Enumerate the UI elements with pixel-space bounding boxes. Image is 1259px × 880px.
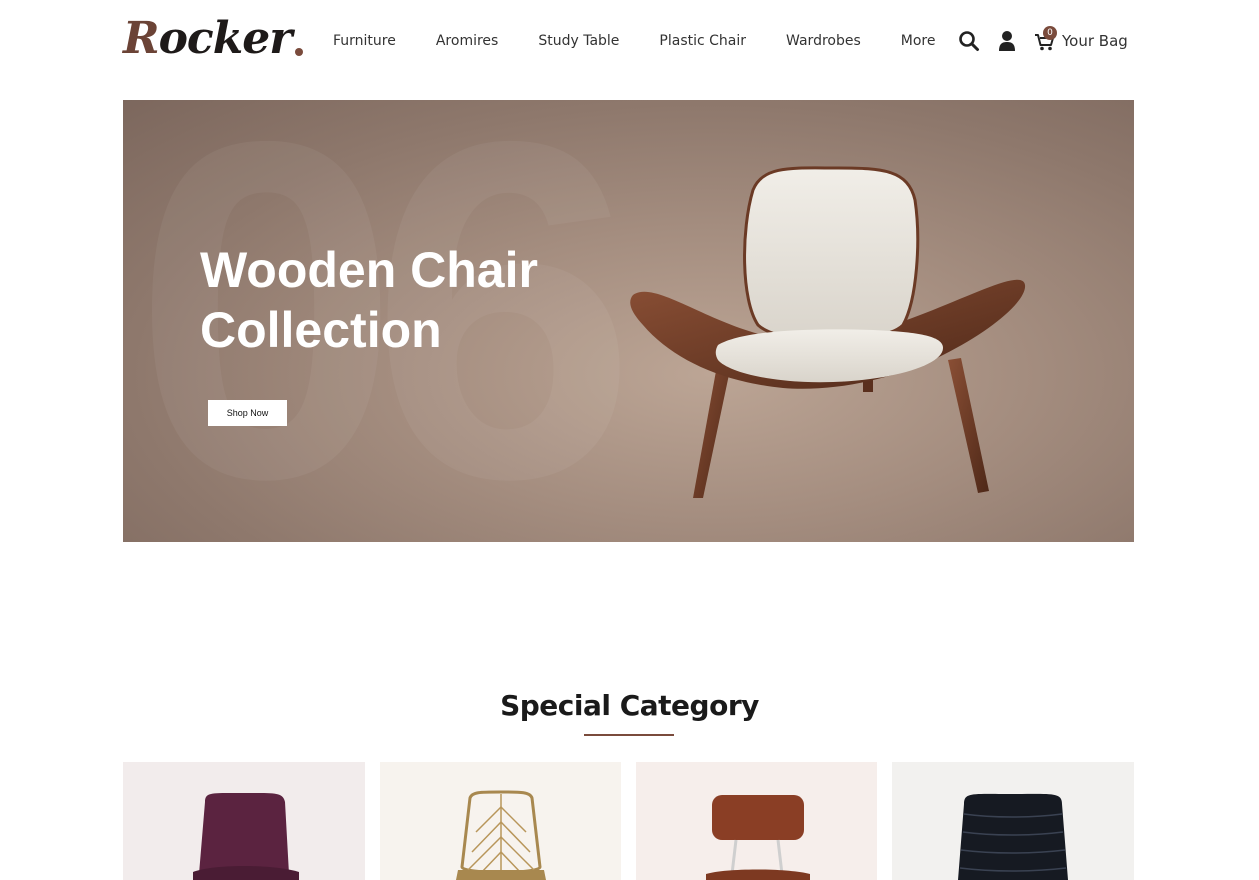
hero-title: Wooden Chair Collection [200,242,538,358]
bag-label: Your Bag [1062,32,1128,50]
logo-dot [295,48,304,56]
section-title-underline [584,734,674,736]
category-cards [123,762,1134,880]
hero-banner: 06 Wooden Chair Collection Shop Now [123,100,1134,542]
brand-logo[interactable]: Rocker [123,13,304,64]
bag-count-badge: 0 [1043,26,1057,40]
cart-icon: 0 [1034,26,1057,52]
category-card-1[interactable] [123,762,365,880]
section-title: Special Category [500,689,759,722]
purple-chair-image [193,792,299,880]
nav-item-furniture[interactable]: Furniture [333,30,396,52]
category-card-2[interactable] [380,762,621,880]
header-tools: 0 Your Bag [958,26,1128,54]
shop-now-button[interactable]: Shop Now [208,400,287,426]
nav-item-more[interactable]: More [901,30,936,52]
nav-item-aromires[interactable]: Aromires [436,30,498,52]
category-card-4[interactable] [892,762,1134,880]
user-icon[interactable] [998,30,1016,52]
category-card-3[interactable] [636,762,877,880]
nav-item-plastic-chair[interactable]: Plastic Chair [659,30,746,52]
wooden-chair-image [630,166,1026,498]
main-nav: Furniture Aromires Study Table Plastic C… [333,30,975,52]
wicker-chair-image [456,790,546,880]
leather-chair-image [706,795,810,880]
nav-item-wardrobes[interactable]: Wardrobes [786,30,861,52]
black-chair-image [958,793,1068,880]
search-icon[interactable] [958,30,980,52]
your-bag-button[interactable]: 0 Your Bag [1034,26,1128,52]
nav-item-study-table[interactable]: Study Table [538,30,619,52]
logo-text: Rocker [123,13,292,64]
site-header: Rocker Furniture Aromires Study Table Pl… [0,0,1259,82]
